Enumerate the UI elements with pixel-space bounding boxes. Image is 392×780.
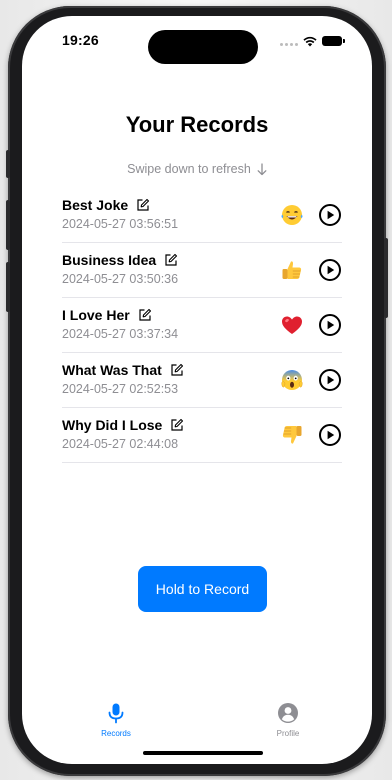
record-name-line: Why Did I Lose (62, 417, 184, 433)
play-button[interactable] (318, 203, 342, 227)
tab-bar: Records Profile (22, 696, 372, 746)
record-name: I Love Her (62, 307, 130, 323)
record-row[interactable]: I Love Her 2024-05-27 03:37:34 (62, 298, 342, 353)
thumbs-up-emoji-icon (282, 261, 302, 279)
record-date: 2024-05-27 03:37:34 (62, 327, 179, 341)
red-heart-emoji-icon (282, 316, 302, 334)
edit-icon[interactable] (164, 253, 178, 267)
action-button (6, 150, 10, 178)
record-date: 2024-05-27 02:44:08 (62, 437, 179, 451)
tab-profile[interactable]: Profile (248, 702, 328, 738)
signal-dots-icon (280, 36, 298, 46)
thumbs-down-emoji-icon (282, 426, 302, 444)
record-row[interactable]: Business Idea 2024-05-27 03:50:36 (62, 243, 342, 298)
refresh-hint: Swipe down to refresh (22, 162, 372, 176)
record-row[interactable]: Best Joke 2024-05-27 03:56:51 (62, 188, 342, 243)
record-name-line: Business Idea (62, 252, 178, 268)
play-button[interactable] (318, 258, 342, 282)
page-title: Your Records (125, 112, 269, 137)
record-row[interactable]: Why Did I Lose 2024-05-27 02:44:08 (62, 408, 342, 463)
status-bar: 19:26 (22, 16, 372, 66)
tab-label: Records (101, 729, 131, 738)
record-name: Best Joke (62, 197, 129, 213)
power-button (384, 238, 388, 318)
tab-records[interactable]: Records (76, 702, 156, 738)
home-indicator (143, 751, 263, 755)
record-name: Business Idea (62, 252, 157, 268)
status-icons (280, 34, 345, 48)
refresh-hint-text: Swipe down to refresh (127, 162, 251, 176)
status-time: 19:26 (62, 32, 99, 48)
edit-icon[interactable] (138, 308, 152, 322)
record-date: 2024-05-27 02:52:53 (62, 382, 179, 396)
records-list: Best Joke 2024-05-27 03:56:51 Business I… (62, 188, 342, 463)
hold-to-record-button[interactable]: Hold to Record (138, 566, 267, 612)
record-date: 2024-05-27 03:50:36 (62, 272, 179, 286)
device-canvas: 19:26 Your Records Swipe down to refresh (0, 0, 392, 780)
arrow-down-icon (257, 162, 267, 175)
edit-icon[interactable] (170, 363, 184, 377)
app-screen: 19:26 Your Records Swipe down to refresh (22, 16, 372, 764)
play-button[interactable] (318, 313, 342, 337)
edit-icon[interactable] (170, 418, 184, 432)
record-name-line: What Was That (62, 362, 184, 378)
play-button[interactable] (318, 423, 342, 447)
volume-down-button (6, 262, 10, 312)
microphone-icon (108, 703, 124, 724)
record-date: 2024-05-27 03:56:51 (62, 217, 179, 231)
record-row[interactable]: What Was That 2024-05-27 02:52:53 (62, 353, 342, 408)
screaming-face-emoji-icon (281, 370, 303, 390)
record-name-line: I Love Her (62, 307, 152, 323)
edit-icon[interactable] (136, 198, 150, 212)
wifi-icon (303, 36, 317, 46)
person-circle-icon (278, 703, 298, 723)
record-name: What Was That (62, 362, 162, 378)
record-name: Why Did I Lose (62, 417, 163, 433)
record-name-line: Best Joke (62, 197, 150, 213)
tab-label: Profile (276, 729, 300, 738)
volume-up-button (6, 200, 10, 250)
dynamic-island (148, 30, 258, 64)
battery-icon (322, 36, 345, 46)
play-button[interactable] (318, 368, 342, 392)
laughing-emoji-icon (281, 205, 303, 225)
